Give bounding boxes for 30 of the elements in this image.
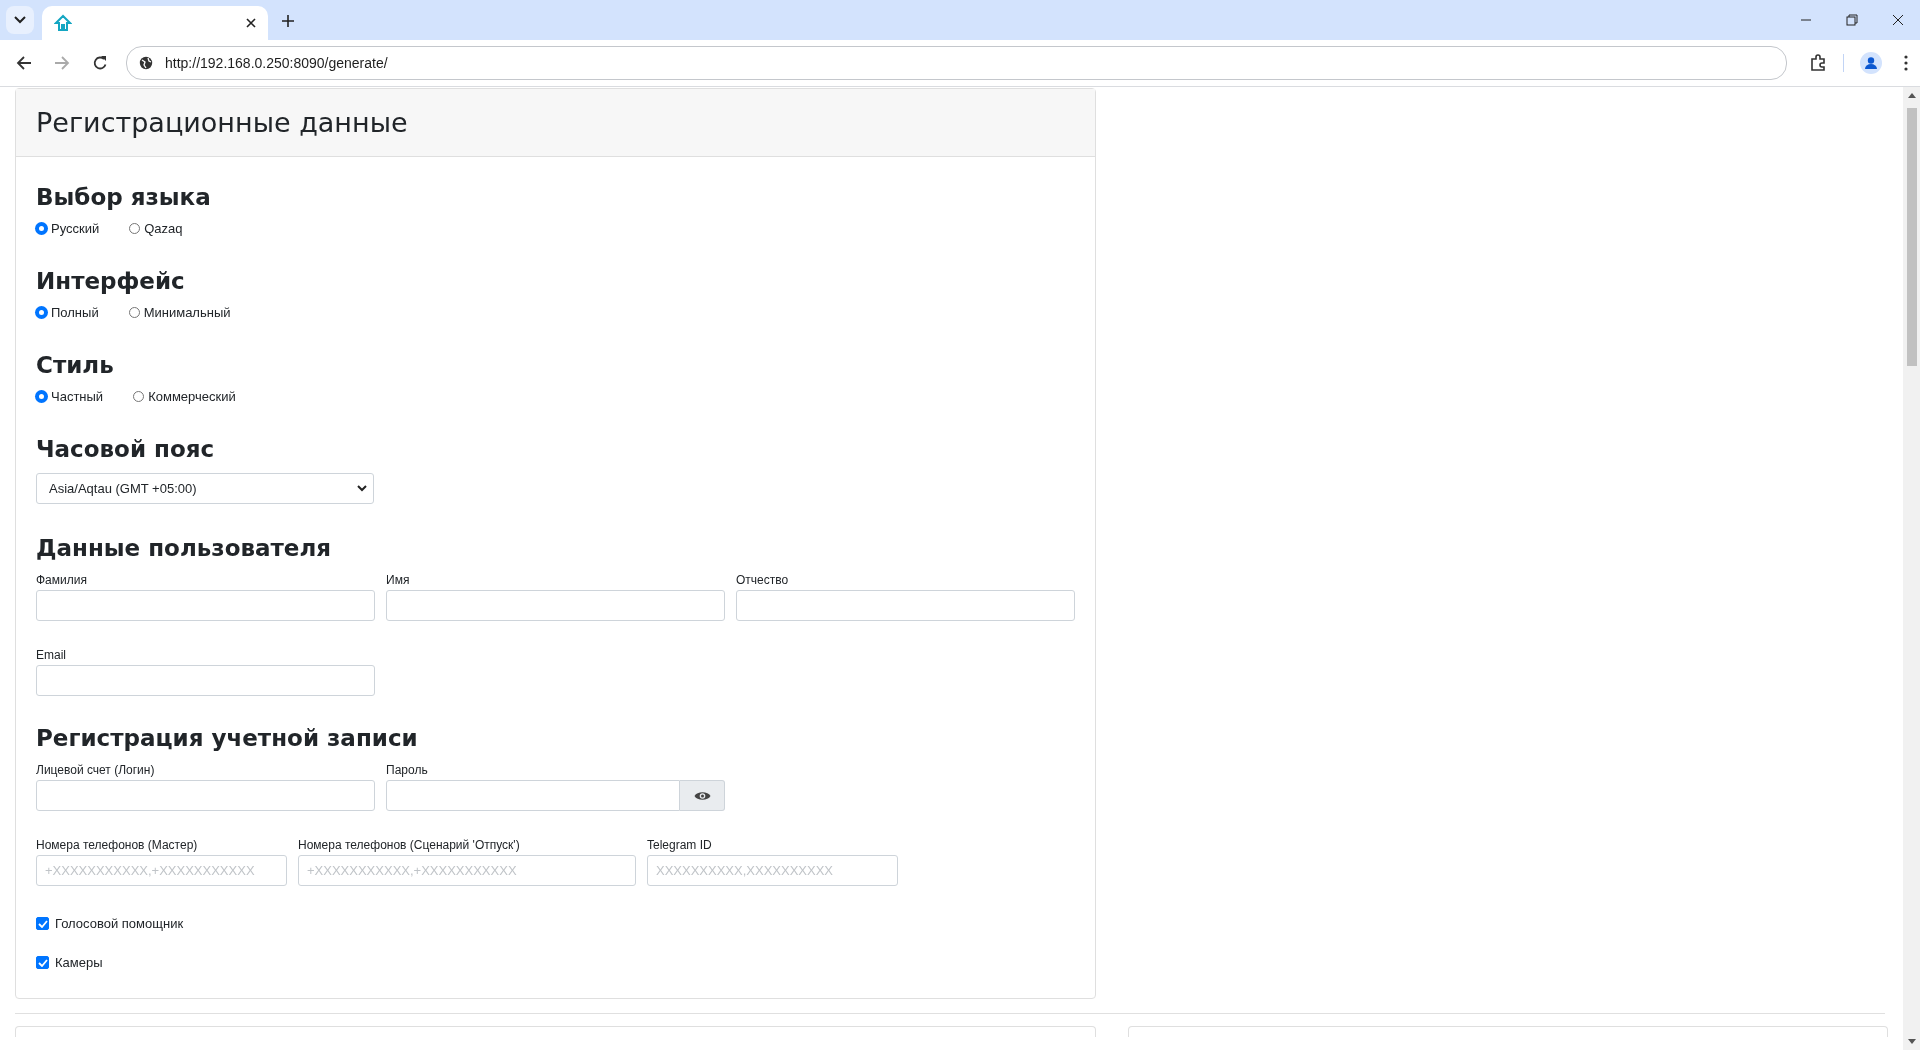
section-heading: Регистрация учетной записи (36, 724, 419, 753)
timezone-select[interactable]: Asia/Aqtau (GMT +05:00) (36, 473, 374, 504)
field-label: Email (36, 647, 67, 663)
input-field[interactable]: +XXXXXXXXXXX,+XXXXXXXXXXX (36, 855, 287, 886)
url-text: http://192.168.0.250:8090/generate/ (165, 55, 388, 71)
radio-label[interactable]: Минимальный (143, 305, 231, 320)
field-label: Telegram ID (647, 837, 713, 853)
address-bar[interactable]: http://192.168.0.250:8090/generate/ (126, 46, 1787, 80)
radio-label[interactable]: Частный (51, 389, 104, 404)
section-heading: Выбор языка (36, 183, 212, 212)
input-field[interactable]: XXXXXXXXXX,XXXXXXXXXX (647, 855, 898, 886)
field-label: Имя (386, 572, 411, 588)
field-label: Фамилия (36, 572, 88, 588)
field-label: Отчество (736, 572, 790, 588)
card-title: Регистрационные данные (36, 107, 408, 138)
field-label: Номера телефонов (Сценарий 'Отпуск') (298, 837, 521, 853)
section-heading: Стиль (36, 351, 115, 380)
section-heading: Интерфейс (36, 267, 186, 296)
field-label: Номера телефонов (Мастер) (36, 837, 199, 853)
radio-label[interactable]: Коммерческий (148, 389, 236, 404)
radio-label[interactable]: Полный (51, 305, 99, 320)
input-field[interactable]: +XXXXXXXXXXX,+XXXXXXXXXXX (298, 855, 636, 886)
field-label: Пароль (386, 762, 429, 778)
section-heading: Часовой пояс (36, 435, 216, 464)
checkbox-label[interactable]: Голосовой помощник (55, 916, 184, 931)
field-label: Лицевой счет (Логин) (36, 762, 156, 778)
checkbox-label[interactable]: Камеры (55, 955, 103, 970)
radio-label[interactable]: Qazaq (144, 221, 183, 236)
radio-label[interactable]: Русский (51, 221, 100, 236)
section-heading: Данные пользователя (36, 534, 333, 563)
